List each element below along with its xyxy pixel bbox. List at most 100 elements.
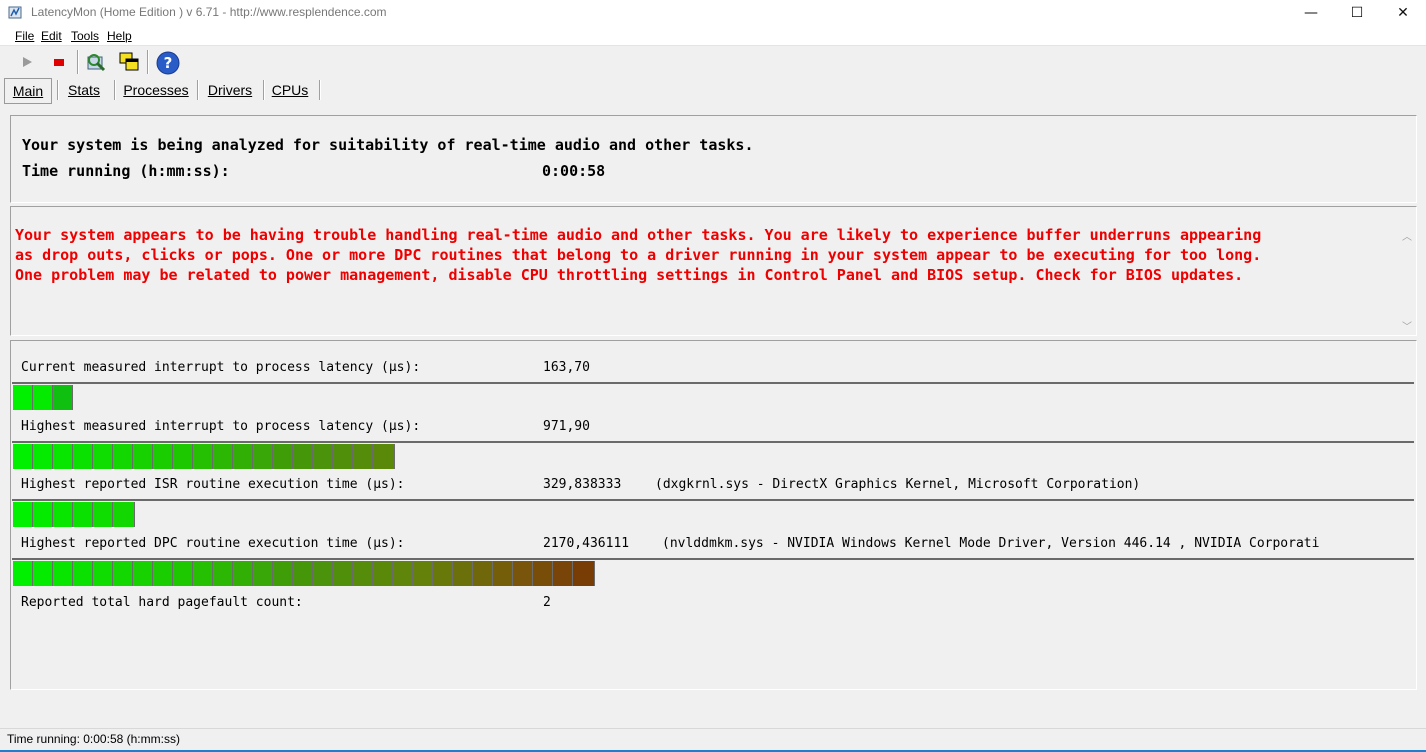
bar-divider [12, 382, 1414, 384]
menu-file[interactable]: File [15, 29, 34, 43]
bar-segment [53, 444, 73, 469]
tab-main[interactable]: Main [4, 78, 52, 104]
warning-line: One problem may be related to power mana… [15, 266, 1244, 284]
bar-segment [553, 561, 573, 586]
tab-drivers[interactable]: Drivers [202, 78, 258, 102]
bar-segment [53, 385, 73, 410]
metric-detail: (dxgkrnl.sys - DirectX Graphics Kernel, … [655, 477, 1141, 492]
bar-segment [73, 444, 93, 469]
bar-segment [493, 561, 513, 586]
metric-label: Highest reported DPC routine execution t… [21, 536, 405, 551]
bar-segment [93, 502, 113, 527]
scroll-up-icon[interactable]: ︿ [1402, 228, 1412, 243]
bar-segment [213, 561, 233, 586]
pagefault-value: 2 [543, 595, 551, 610]
metric-label: Highest measured interrupt to process la… [21, 419, 421, 434]
tab-cpus[interactable]: CPUs [268, 78, 312, 102]
window-icon[interactable] [117, 50, 141, 74]
bar-segment [113, 502, 135, 527]
bar-segment [253, 444, 273, 469]
bar-segment [33, 502, 53, 527]
stop-icon[interactable] [48, 51, 70, 73]
title-bar: LatencyMon (Home Edition ) v 6.71 - http… [0, 0, 1426, 25]
bar-segment [273, 561, 293, 586]
metric-detail: (nvlddmkm.sys - NVIDIA Windows Kernel Mo… [662, 536, 1320, 551]
bar-segment [153, 444, 173, 469]
bar-segment [473, 561, 493, 586]
bar-segment [13, 385, 33, 410]
tab-stats[interactable]: Stats [62, 78, 106, 102]
bar-segment [253, 561, 273, 586]
warning-scrollbar[interactable]: ︿ ﹀ [1399, 224, 1415, 334]
help-icon[interactable]: ? [155, 50, 181, 76]
latency-bar [13, 502, 135, 527]
minimize-button[interactable]: — [1288, 0, 1334, 25]
bar-segment [293, 444, 313, 469]
bar-segment [73, 502, 93, 527]
bar-segment [573, 561, 595, 586]
analyze-icon[interactable] [84, 50, 108, 74]
metrics-panel [10, 340, 1417, 690]
bar-segment [93, 444, 113, 469]
bar-segment [193, 444, 213, 469]
bar-segment [513, 561, 533, 586]
bar-segment [453, 561, 473, 586]
close-button[interactable]: ✕ [1380, 0, 1426, 25]
bar-segment [333, 444, 353, 469]
warning-line: Your system appears to be having trouble… [15, 226, 1262, 244]
toolbar-separator [77, 50, 79, 74]
bar-segment [73, 561, 93, 586]
metric-value: 163,70 [543, 360, 590, 375]
pagefault-label: Reported total hard pagefault count: [21, 595, 303, 610]
window-title: LatencyMon (Home Edition ) v 6.71 - http… [31, 5, 387, 19]
bar-segment [33, 385, 53, 410]
menu-tools[interactable]: Tools [71, 29, 99, 43]
metric-label: Current measured interrupt to process la… [21, 360, 421, 375]
tab-separator [197, 80, 199, 100]
menu-edit[interactable]: Edit [41, 29, 62, 43]
bar-segment [133, 444, 153, 469]
bar-segment [53, 502, 73, 527]
latency-bar [13, 561, 595, 586]
latency-bar [13, 385, 73, 410]
metric-value: 971,90 [543, 419, 590, 434]
bar-segment [53, 561, 73, 586]
bar-segment [173, 561, 193, 586]
bar-segment [213, 444, 233, 469]
metric-label: Highest reported ISR routine execution t… [21, 477, 405, 492]
bar-segment [353, 561, 373, 586]
metric-value: 2170,436111 [543, 536, 630, 551]
bar-segment [133, 561, 153, 586]
svg-text:?: ? [164, 54, 173, 72]
bar-segment [413, 561, 433, 586]
time-running-label: Time running (h:mm:ss): [22, 162, 230, 180]
toolbar-separator [147, 50, 149, 74]
bar-segment [233, 444, 253, 469]
bar-segment [533, 561, 553, 586]
tab-separator [319, 80, 321, 100]
bar-segment [393, 561, 413, 586]
scroll-down-icon[interactable]: ﹀ [1402, 318, 1412, 333]
toolbar: ? [0, 47, 1426, 77]
bar-segment [273, 444, 293, 469]
bar-segment [173, 444, 193, 469]
time-running-value: 0:00:58 [542, 162, 606, 180]
bar-segment [293, 561, 313, 586]
metric-value: 329,838333 [543, 477, 622, 492]
bar-segment [153, 561, 173, 586]
maximize-button[interactable]: ☐ [1334, 0, 1380, 25]
bar-segment [93, 561, 113, 586]
status-bar-text: Time running: 0:00:58 (h:mm:ss) [7, 732, 180, 746]
bar-segment [233, 561, 253, 586]
bar-segment [33, 444, 53, 469]
tab-separator [263, 80, 265, 100]
latency-bar [13, 444, 395, 469]
bar-segment [113, 444, 133, 469]
play-icon[interactable] [16, 51, 38, 73]
menu-help[interactable]: Help [107, 29, 132, 43]
menu-bar: File Edit Tools Help [0, 25, 1426, 46]
tab-processes[interactable]: Processes [120, 78, 192, 102]
app-icon [8, 6, 22, 19]
bar-segment [333, 561, 353, 586]
status-bar [0, 728, 1426, 751]
